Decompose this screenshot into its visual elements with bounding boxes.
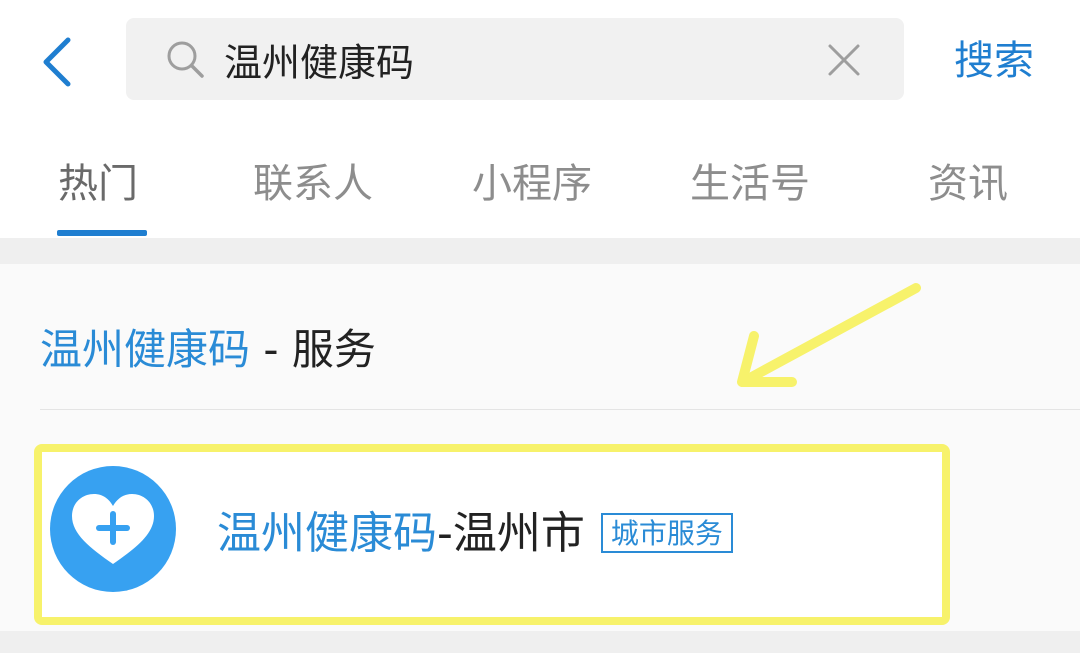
tab-contacts[interactable]: 联系人 [253, 156, 373, 212]
section-keyword: 温州健康码 [40, 325, 251, 374]
active-tab-indicator [57, 230, 147, 236]
tab-hot[interactable]: 热门 [58, 156, 138, 212]
section-separator [0, 238, 1080, 264]
tab-life-accounts[interactable]: 生活号 [690, 156, 810, 212]
tab-news[interactable]: 资讯 [928, 156, 1008, 212]
city-service-badge: 城市服务 [600, 513, 733, 553]
result-suffix: -温州市 [437, 508, 585, 559]
close-icon[interactable] [822, 38, 866, 82]
arrow-icon [737, 283, 921, 387]
result-item[interactable]: 温州健康码-温州市 城市服务 [34, 444, 950, 625]
section-title: 温州健康码 - 服务 [40, 316, 376, 377]
search-input[interactable] [224, 31, 804, 87]
tab-mini-programs[interactable]: 小程序 [472, 156, 592, 212]
heart-plus-icon [72, 494, 154, 564]
search-box[interactable] [126, 18, 904, 100]
result-keyword: 温州健康码 [217, 508, 437, 559]
section-suffix: - 服务 [250, 325, 376, 374]
tab-bar: 热门 联系人 小程序 生活号 资讯 [0, 122, 1080, 238]
back-button[interactable] [22, 28, 94, 96]
result-title[interactable]: 温州健康码-温州市 城市服务 [217, 497, 733, 561]
top-bar: 搜索 [0, 0, 1080, 122]
app-icon [50, 466, 176, 592]
search-button[interactable]: 搜索 [938, 30, 1050, 92]
divider [40, 409, 1080, 410]
search-icon [167, 41, 204, 78]
chevron-left-icon [43, 37, 71, 87]
bottom-separator [0, 631, 1080, 653]
